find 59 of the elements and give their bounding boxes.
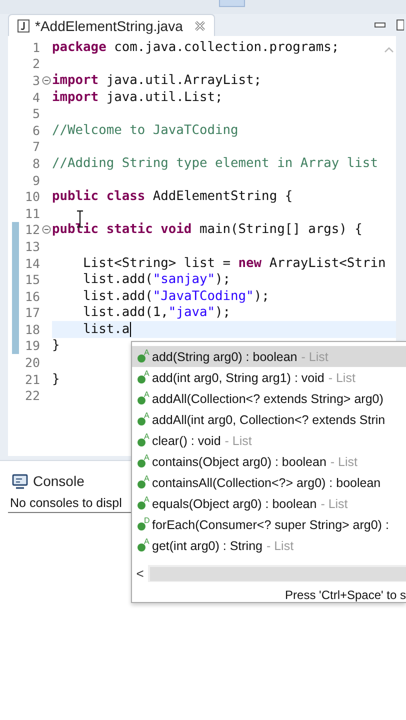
scroll-thumb[interactable]	[150, 566, 406, 580]
popup-hint: Press 'Ctrl+Space' to s	[284, 587, 406, 602]
completion-item[interactable]: A containsAll(Collection<?> arg0) : boolean	[132, 472, 406, 493]
line-number: 14	[24, 256, 40, 271]
line-number: 4	[31, 90, 40, 105]
horizontal-scrollbar[interactable]: <	[132, 565, 406, 582]
code-line: list.add("JavaTCoding");	[82, 288, 270, 304]
line-number: 12	[24, 222, 40, 238]
java-file-icon	[17, 18, 30, 32]
completion-item[interactable]: A contains(Object arg0) : boolean - List	[132, 451, 406, 472]
line-number: 11	[24, 206, 40, 221]
code-line: public static void main(String[] args) {	[52, 222, 362, 238]
line-number: 1	[31, 40, 40, 55]
minimize-icon[interactable]	[374, 21, 386, 29]
code-line: }	[52, 372, 60, 387]
scroll-left-button[interactable]: <	[132, 565, 148, 582]
completion-item[interactable]: A add(int arg0, String arg1) : void - List	[132, 367, 406, 388]
line-number: 7	[31, 139, 40, 154]
line-number: 5	[31, 106, 40, 122]
completion-item[interactable]: A equals(Object arg0) : boolean - List	[132, 493, 406, 514]
code-line: list.a	[82, 322, 130, 337]
line-number: 18	[24, 322, 40, 337]
line-number: 3	[31, 72, 40, 88]
editor-tab[interactable]: *AddElementString.java	[8, 14, 215, 36]
code-line: import java.util.List;	[52, 90, 223, 105]
console-tab[interactable]: Console	[8, 473, 88, 489]
completion-item[interactable]: A get(int arg0) : String - List	[132, 535, 406, 556]
line-number: 15	[24, 272, 40, 288]
code-line: }	[52, 338, 60, 354]
code-line: //Welcome to JavaTCoding	[52, 122, 238, 138]
line-number: 2	[31, 56, 40, 72]
code-line: import java.util.ArrayList;	[52, 72, 262, 88]
completion-item[interactable]: A addAll(Collection<? extends String> arg0)	[132, 388, 406, 409]
completion-item[interactable]: A clear() : void - List	[132, 430, 406, 451]
line-number: 17	[24, 305, 40, 320]
line-number: 22	[24, 388, 40, 404]
text-caret	[130, 322, 131, 337]
maximize-icon[interactable]	[396, 19, 404, 31]
line-number: 21	[24, 372, 40, 387]
code-line: list.add("sanjay");	[82, 272, 231, 288]
monitor-icon	[12, 474, 28, 488]
line-number: 16	[24, 288, 40, 304]
code-line: //Adding String type element in Array list	[52, 156, 378, 171]
line-number: 6	[31, 122, 40, 138]
close-icon[interactable]	[194, 20, 206, 32]
fold-icon[interactable]	[42, 225, 50, 234]
code-line: list.add(1,"java");	[82, 305, 231, 320]
line-number: 8	[31, 156, 40, 171]
code-line: public class AddElementString {	[52, 189, 293, 204]
code-line: package com.java.collection.programs;	[52, 40, 340, 55]
fold-icon[interactable]	[42, 76, 50, 85]
completion-item[interactable]: A addAll(int arg0, Collection<? extends Strin	[132, 409, 406, 430]
code-line: List<String> list = new ArrayList<Strin	[82, 256, 386, 271]
line-number: 13	[24, 238, 40, 254]
line-number: 20	[24, 355, 40, 370]
line-number: 10	[24, 189, 40, 204]
line-number: 19	[24, 338, 40, 354]
line-number: 9	[31, 172, 40, 188]
completion-item[interactable]: A add(String arg0) : boolean - List	[132, 346, 406, 367]
